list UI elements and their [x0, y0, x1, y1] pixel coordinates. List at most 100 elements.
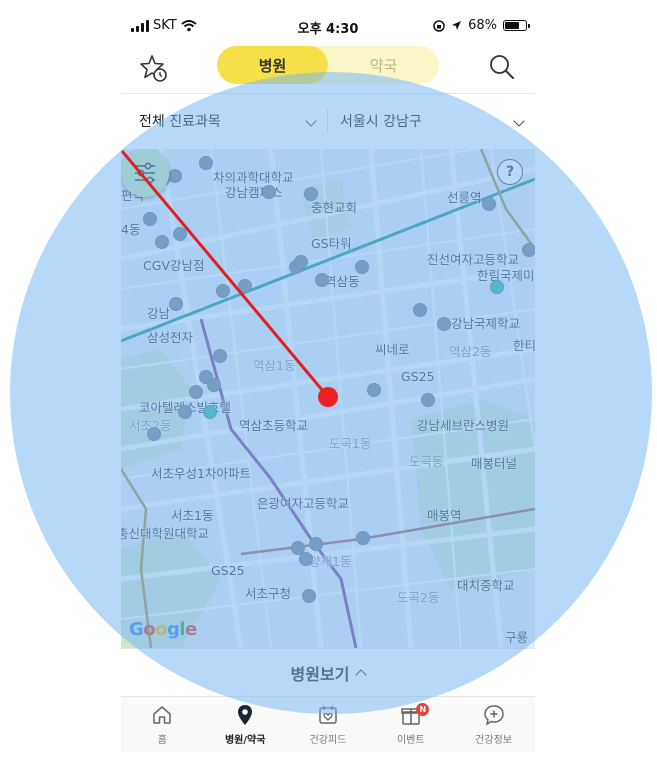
hospital-pin[interactable] — [437, 317, 451, 331]
map-label: 강남 — [147, 306, 171, 321]
event-badge: N — [416, 703, 430, 716]
hospital-pin[interactable] — [413, 303, 427, 317]
bottom-tab-bar: 홈 병원/약국 건강피드 N 이벤트 건강정보 — [121, 696, 535, 752]
map-label: GS25 — [211, 563, 245, 578]
tab-health-info[interactable]: 건강정보 — [452, 697, 535, 752]
region-filter[interactable]: 서울시 강남구 — [327, 109, 535, 133]
hospital-pin[interactable] — [522, 243, 535, 257]
phone-screen: SKT 오후 4:30 68% 병원 약국 전체 진료과목 서울시 강남구 차의… — [121, 0, 535, 768]
hospital-pin[interactable] — [482, 197, 496, 211]
hospital-pin[interactable] — [207, 378, 221, 392]
map-label: 4동 — [121, 222, 141, 237]
location-pin-icon — [238, 705, 253, 725]
map-label: 역삼초등학교 — [239, 418, 309, 433]
map-label: 강남국제학교 — [451, 316, 521, 331]
map-label: 구룡 — [505, 630, 529, 645]
hospital-pin[interactable] — [169, 297, 183, 311]
map-label: 충현교회 — [311, 200, 358, 215]
heart-feed-icon — [319, 706, 337, 724]
tab-hospital-pharmacy-label: 병원/약국 — [224, 735, 266, 746]
map-label: 총신대학원대학교 — [121, 526, 210, 541]
tab-health-feed-label: 건강피드 — [309, 735, 347, 746]
hospital-pin[interactable] — [155, 235, 169, 249]
map-label: 도곡2동 — [397, 590, 440, 605]
hospital-pin[interactable] — [238, 279, 252, 293]
hospital-pin[interactable] — [262, 185, 276, 199]
hospital-pin[interactable] — [302, 589, 316, 603]
map-label: 역삼동 — [325, 274, 360, 289]
tab-hospital-pharmacy[interactable]: 병원/약국 — [204, 697, 287, 752]
app-header: 병원 약국 — [121, 44, 535, 92]
map-label: 도곡동 — [409, 454, 444, 469]
map-label: 한림국제미 — [477, 268, 535, 283]
tab-pharmacy[interactable]: 약국 — [328, 46, 439, 84]
map-label: CGV강남점 — [143, 258, 205, 273]
hospital-pin[interactable] — [168, 169, 182, 183]
status-bar: SKT 오후 4:30 68% — [121, 0, 535, 50]
region-filter-label: 서울시 강남구 — [340, 114, 422, 130]
battery-percent: 68% — [468, 18, 497, 33]
hospital-pin[interactable] — [143, 212, 157, 226]
map-label: GS타워 — [311, 236, 352, 251]
location-arrow-icon — [452, 21, 462, 30]
map-label: 도곡1동 — [329, 436, 372, 451]
hospital-list-toggle[interactable]: 병원보기 — [121, 648, 535, 696]
plus-chat-icon — [483, 705, 504, 726]
hospital-pin[interactable] — [355, 260, 369, 274]
chevron-down-icon — [305, 115, 317, 127]
hospital-list-label: 병원보기 — [290, 664, 350, 684]
map-label: 매봉역 — [427, 508, 462, 523]
hospital-pin[interactable] — [189, 385, 203, 399]
filter-bar: 전체 진료과목 서울시 강남구 — [121, 94, 535, 148]
map-label: 서초구청 — [245, 586, 292, 601]
map-label: 한티 — [513, 338, 535, 353]
map-label: 서초1동 — [171, 508, 214, 523]
hospital-pin[interactable] — [315, 273, 329, 287]
tab-health-info-label: 건강정보 — [475, 735, 512, 746]
department-filter[interactable]: 전체 진료과목 — [121, 94, 327, 148]
google-logo: Google — [129, 619, 197, 640]
hospital-pin[interactable] — [213, 349, 227, 363]
map-label: 매봉터널 — [471, 456, 518, 471]
rotation-lock-icon — [433, 19, 445, 32]
star-clock-icon[interactable] — [137, 52, 169, 84]
hospital-pin[interactable] — [173, 227, 187, 241]
hospital-pin[interactable] — [147, 427, 161, 441]
tab-health-feed[interactable]: 건강피드 — [287, 697, 370, 752]
map-filter-button[interactable] — [121, 149, 169, 197]
screenshot-stage: SKT 오후 4:30 68% 병원 약국 전체 진료과목 서울시 강남구 차의… — [0, 0, 657, 768]
hospital-pin[interactable] — [309, 537, 323, 551]
tab-home-label: 홈 — [157, 735, 167, 746]
map-label: 대치중학교 — [457, 578, 515, 593]
hospital-pin[interactable] — [294, 255, 308, 269]
hospital-pin[interactable] — [178, 405, 192, 419]
map-label: 은광여자고등학교 — [257, 496, 350, 511]
hospital-pin-highlighted[interactable] — [490, 280, 504, 294]
tab-event[interactable]: N 이벤트 — [369, 697, 452, 752]
status-right: 68% — [433, 18, 530, 33]
map-label: 역삼1동 — [253, 358, 296, 373]
map-label: 씨네로 — [375, 342, 410, 357]
hospital-pin[interactable] — [199, 156, 213, 170]
tab-hospital[interactable]: 병원 — [217, 46, 328, 84]
hospital-pharmacy-toggle: 병원 약국 — [217, 46, 439, 84]
battery-icon — [503, 20, 530, 31]
help-icon[interactable]: ? — [497, 159, 523, 185]
hospital-pin-highlighted[interactable] — [203, 405, 217, 419]
hospital-pin[interactable] — [304, 187, 318, 201]
map-label: 서초우성1차아파트 — [151, 466, 251, 481]
map-label: 역삼2동 — [449, 344, 492, 359]
search-icon[interactable] — [487, 52, 517, 82]
map-label: 양재1동 — [309, 554, 352, 569]
tab-event-label: 이벤트 — [396, 735, 425, 746]
home-icon — [153, 706, 172, 724]
chevron-down-icon — [513, 115, 525, 127]
tab-home[interactable]: 홈 — [121, 697, 204, 752]
map-label: GS25 — [401, 369, 435, 384]
hospital-pin[interactable] — [367, 383, 381, 397]
hospital-pin[interactable] — [421, 393, 435, 407]
hospital-pin[interactable] — [216, 284, 230, 298]
hospital-pin[interactable] — [356, 531, 370, 545]
map-view[interactable]: 차의과학대학교 강남캠퍼스 충현교회 선릉역 GS타워 진선여자고등학교 한림국… — [121, 149, 535, 648]
hospital-pin[interactable] — [299, 552, 313, 566]
